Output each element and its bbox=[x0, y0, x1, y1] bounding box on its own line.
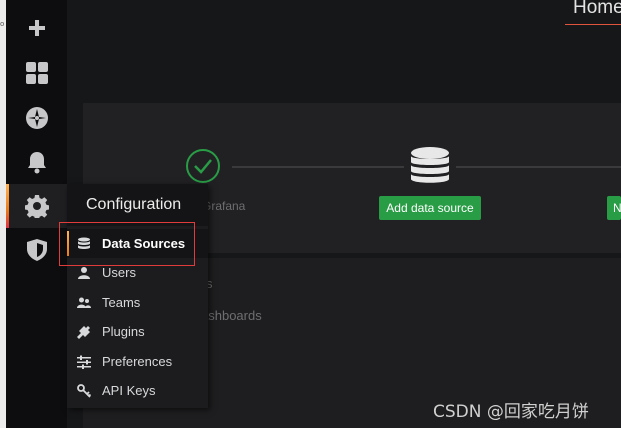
browser-edge-char: o bbox=[0, 20, 5, 28]
title-underline bbox=[565, 24, 621, 25]
dashboards-grid-icon bbox=[25, 61, 49, 85]
page-title[interactable]: Home bbox=[573, 0, 621, 19]
watermark: CSDN @回家吃月饼 bbox=[433, 402, 589, 422]
users-icon bbox=[77, 296, 91, 310]
user-icon bbox=[77, 266, 91, 280]
progress-connector-2 bbox=[456, 166, 621, 168]
plus-icon bbox=[27, 18, 47, 38]
sidebar-item-create[interactable] bbox=[6, 6, 67, 50]
sidebar-item-explore[interactable] bbox=[6, 96, 67, 140]
step-label-grafana: Grafana bbox=[202, 199, 246, 213]
sidebar-item-configuration[interactable] bbox=[6, 184, 67, 228]
menu-item-label: API Keys bbox=[102, 383, 156, 398]
sidebar-item-server-admin[interactable] bbox=[6, 228, 67, 272]
annotation-highlight-box bbox=[59, 222, 195, 266]
progress-connector-1 bbox=[232, 166, 404, 168]
menu-item-teams[interactable]: Teams bbox=[67, 288, 208, 317]
menu-item-label: Teams bbox=[102, 295, 141, 310]
bell-icon bbox=[26, 150, 48, 174]
sidebar-item-dashboards[interactable] bbox=[6, 51, 67, 95]
behind-text-line2: ashboards bbox=[201, 308, 262, 323]
check-circle-icon bbox=[185, 148, 221, 189]
menu-item-label: Preferences bbox=[102, 354, 173, 369]
sidebar bbox=[6, 0, 67, 428]
menu-item-plugins[interactable]: Plugins bbox=[67, 317, 208, 346]
menu-item-preferences[interactable]: Preferences bbox=[67, 347, 208, 376]
database-step-icon bbox=[410, 147, 450, 190]
gear-icon bbox=[24, 194, 49, 218]
next-step-button[interactable]: N bbox=[607, 196, 621, 220]
sidebar-item-alerting[interactable] bbox=[6, 140, 67, 184]
plug-icon bbox=[77, 325, 91, 339]
compass-icon bbox=[25, 106, 49, 130]
menu-item-label: Users bbox=[102, 265, 136, 280]
menu-item-label: Plugins bbox=[102, 324, 145, 339]
key-icon bbox=[77, 383, 92, 398]
add-data-source-button[interactable]: Add data source bbox=[379, 196, 481, 220]
menu-item-api-keys[interactable]: API Keys bbox=[67, 376, 208, 405]
shield-icon bbox=[26, 238, 48, 262]
configuration-menu-title[interactable]: Configuration bbox=[86, 196, 181, 214]
sliders-icon bbox=[77, 355, 91, 369]
